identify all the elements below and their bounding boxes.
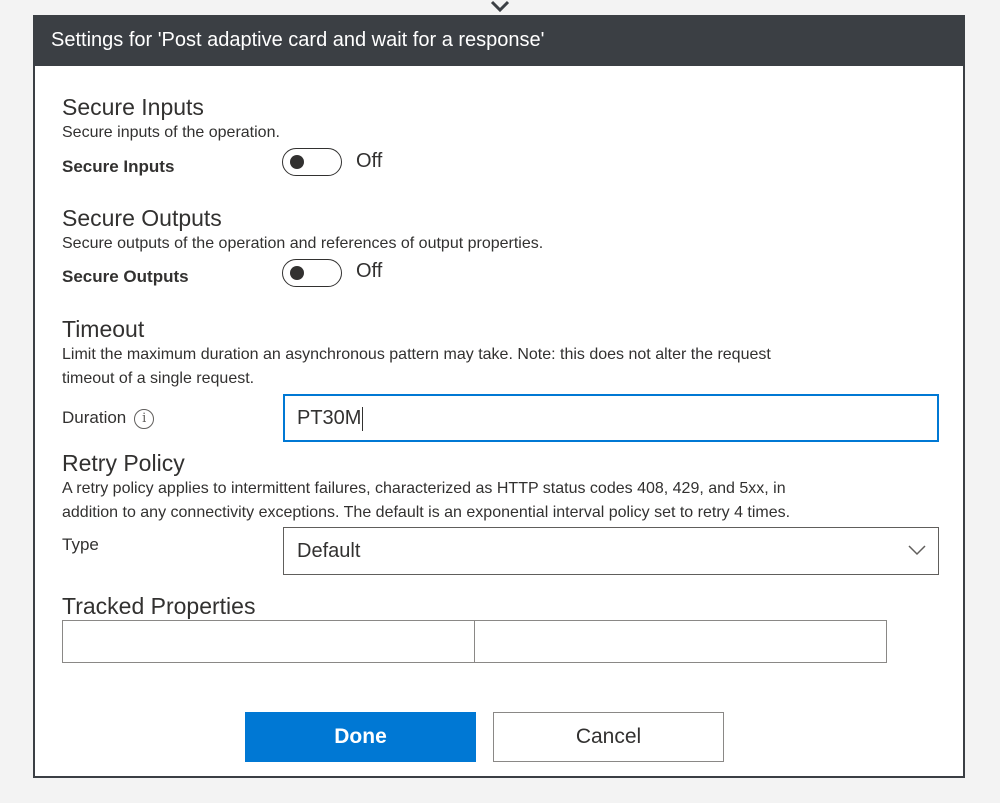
secure-inputs-title: Secure Inputs	[62, 94, 204, 120]
secure-inputs-description: Secure inputs of the operation.	[62, 124, 280, 141]
toggle-knob	[290, 155, 304, 169]
tracked-property-key-input[interactable]	[62, 620, 475, 663]
tracked-properties-title: Tracked Properties	[62, 593, 256, 619]
secure-inputs-section: Secure Inputs Secure inputs of the opera…	[62, 93, 280, 145]
secure-outputs-toggle[interactable]	[282, 259, 342, 287]
retry-type-select[interactable]: Default	[283, 527, 939, 575]
timeout-section: Timeout Limit the maximum duration an as…	[62, 315, 942, 391]
retry-policy-description-line2: addition to any connectivity exceptions.…	[62, 504, 791, 521]
secure-outputs-label: Secure Outputs	[62, 267, 189, 286]
secure-outputs-state: Off	[356, 260, 383, 282]
timeout-description-line2: timeout of a single request.	[62, 370, 255, 387]
done-button[interactable]: Done	[245, 712, 476, 762]
secure-outputs-title: Secure Outputs	[62, 205, 222, 231]
tracked-property-value-input[interactable]	[474, 620, 887, 663]
text-caret	[362, 406, 364, 431]
settings-dialog: Settings for 'Post adaptive card and wai…	[33, 15, 965, 778]
retry-type-selected: Default	[297, 540, 361, 562]
info-icon[interactable]: i	[134, 409, 155, 429]
secure-outputs-section: Secure Outputs Secure outputs of the ope…	[62, 204, 543, 256]
duration-input[interactable]: PT30M	[283, 394, 939, 442]
timeout-description-line1: Limit the maximum duration an asynchrono…	[62, 346, 771, 363]
secure-inputs-state: Off	[356, 150, 383, 172]
secure-inputs-toggle[interactable]	[282, 148, 342, 176]
toggle-knob	[290, 266, 304, 280]
secure-inputs-label: Secure Inputs	[62, 157, 175, 176]
connector-arrow-icon	[490, 0, 510, 13]
chevron-down-icon	[908, 545, 926, 556]
timeout-title: Timeout	[62, 316, 145, 342]
cancel-button[interactable]: Cancel	[493, 712, 724, 762]
retry-policy-description-line1: A retry policy applies to intermittent f…	[62, 480, 786, 497]
duration-label-row: Duration i	[62, 408, 155, 429]
retry-policy-section: Retry Policy A retry policy applies to i…	[62, 449, 942, 525]
dialog-title: Settings for 'Post adaptive card and wai…	[35, 15, 963, 66]
secure-outputs-description: Secure outputs of the operation and refe…	[62, 235, 544, 252]
tracked-properties-section: Tracked Properties	[62, 592, 255, 620]
duration-label: Duration	[62, 408, 127, 427]
retry-policy-title: Retry Policy	[62, 450, 185, 476]
retry-type-label: Type	[62, 535, 99, 554]
duration-value: PT30M	[297, 407, 362, 429]
